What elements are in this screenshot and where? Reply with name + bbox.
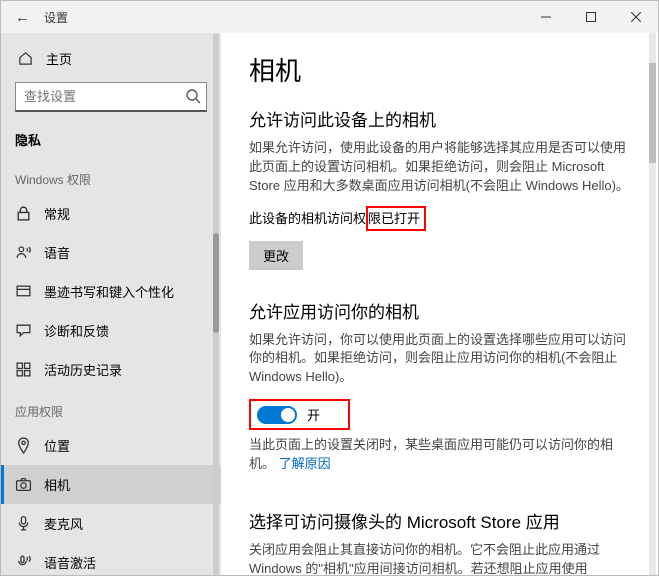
sidebar-nav: Windows 权限 常规 语音 墨迹书写和键入个性化 诊断和反馈 (1, 157, 221, 575)
search-icon (185, 88, 201, 107)
sidebar-item-label: 麦克风 (44, 514, 83, 533)
sidebar-scroll-thumb[interactable] (213, 233, 219, 333)
sidebar-item-label: 墨迹书写和键入个性化 (44, 282, 174, 301)
change-button[interactable]: 更改 (249, 241, 303, 270)
body: 主页 隐私 Windows 权限 常规 语音 (1, 33, 658, 575)
sidebar: 主页 隐私 Windows 权限 常规 语音 (1, 33, 221, 575)
search-input[interactable] (15, 82, 207, 112)
location-icon (15, 437, 32, 454)
section-heading: 允许应用访问你的相机 (249, 298, 630, 323)
history-icon (15, 361, 32, 378)
app-access-toggle[interactable] (257, 406, 297, 424)
sidebar-item-label: 相机 (44, 475, 70, 494)
learn-more-link[interactable]: 了解原因 (279, 456, 331, 471)
sidebar-item-location[interactable]: 位置 (1, 426, 221, 465)
button-label: 更改 (263, 249, 289, 264)
lock-icon (15, 205, 32, 222)
annotation-highlight: 开 (249, 399, 350, 430)
sidebar-item-label: 语音 (44, 243, 70, 262)
sidebar-scrollbar[interactable] (213, 33, 219, 575)
sidebar-item-general[interactable]: 常规 (1, 194, 221, 233)
sidebar-item-label: 语音激活 (44, 553, 96, 572)
feedback-icon (15, 322, 32, 339)
sidebar-section-title: 隐私 (1, 122, 221, 157)
camera-icon (15, 476, 32, 493)
toggle-label: 开 (307, 405, 320, 424)
sidebar-item-label: 位置 (44, 436, 70, 455)
titlebar-left: ← 设置 (1, 9, 68, 26)
maximize-button[interactable] (568, 1, 613, 33)
status-prefix: 此设备的相机访问权 (249, 211, 366, 226)
sidebar-item-home[interactable]: 主页 (15, 43, 207, 78)
annotation-highlight: 限已打开 (366, 206, 426, 231)
sidebar-item-activity[interactable]: 活动历史记录 (1, 350, 221, 389)
page-title: 相机 (249, 51, 630, 88)
sidebar-item-camera[interactable]: 相机 (1, 465, 221, 504)
section-heading: 允许访问此设备上的相机 (249, 106, 630, 131)
voice-icon (15, 554, 32, 571)
section-heading: 选择可访问摄像头的 Microsoft Store 应用 (249, 508, 630, 533)
app-title: 设置 (44, 9, 68, 26)
ink-icon (15, 283, 32, 300)
back-button[interactable]: ← (15, 9, 30, 26)
sidebar-item-label: 活动历史记录 (44, 360, 122, 379)
sidebar-item-label: 常规 (44, 204, 70, 223)
content-pane: 相机 允许访问此设备上的相机 如果允许访问，使用此设备的用户将能够选择其应用是否… (221, 33, 658, 575)
microphone-icon (15, 515, 32, 532)
content-scrollbar[interactable] (649, 33, 656, 575)
minimize-button[interactable] (523, 1, 568, 33)
titlebar: ← 设置 (1, 1, 658, 33)
device-access-status: 此设备的相机访问权限已打开 (249, 206, 630, 231)
sidebar-item-speech[interactable]: 语音 (1, 233, 221, 272)
content-scroll-thumb[interactable] (649, 63, 656, 163)
sidebar-item-diagnostics[interactable]: 诊断和反馈 (1, 311, 221, 350)
close-button[interactable] (613, 1, 658, 33)
status-value: 限已打开 (368, 211, 420, 226)
section-description: 如果允许访问，你可以使用此页面上的设置选择哪些应用可以访问你的相机。如果拒绝访问… (249, 331, 630, 388)
section-description: 如果允许访问，使用此设备的用户将能够选择其应用是否可以使用此页面上的设置访问相机… (249, 139, 630, 196)
sidebar-item-ink[interactable]: 墨迹书写和键入个性化 (1, 272, 221, 311)
sidebar-group-label: 应用权限 (1, 389, 221, 426)
toggle-knob (281, 408, 295, 422)
search-box[interactable] (15, 82, 207, 112)
toggle-note: 当此页面上的设置关闭时，某些桌面应用可能仍可以访问你的相机。 了解原因 (249, 436, 630, 474)
sidebar-item-microphone[interactable]: 麦克风 (1, 504, 221, 543)
sidebar-item-label: 诊断和反馈 (44, 321, 109, 340)
window-controls (523, 1, 658, 33)
section-description: 关闭应用会阻止其直接访问你的相机。它不会阻止此应用通过 Windows 的"相机… (249, 541, 630, 575)
sidebar-item-label: 主页 (46, 49, 72, 68)
home-icon (17, 50, 34, 67)
settings-window: ← 设置 主页 隐私 Windows 权限 (0, 0, 659, 576)
speech-icon (15, 244, 32, 261)
sidebar-group-label: Windows 权限 (1, 157, 221, 194)
sidebar-item-voice-activation[interactable]: 语音激活 (1, 543, 221, 575)
